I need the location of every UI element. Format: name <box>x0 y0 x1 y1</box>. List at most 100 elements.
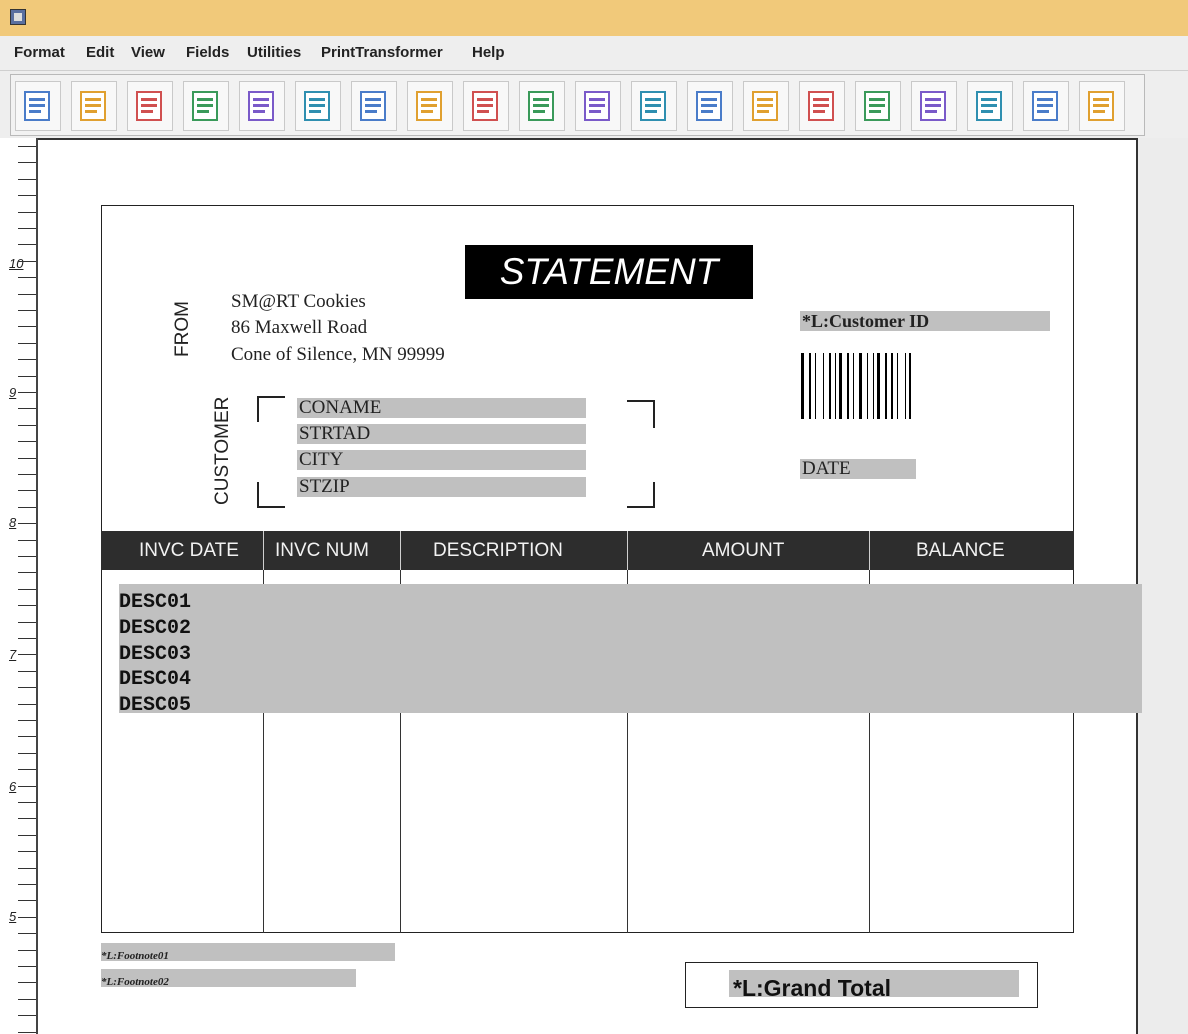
menu-help[interactable]: Help <box>472 44 505 61</box>
statement-title[interactable]: STATEMENT <box>465 245 753 299</box>
from-line-street[interactable]: 86 Maxwell Road <box>231 317 367 339</box>
menu-utilities[interactable]: Utilities <box>247 44 301 61</box>
col-description[interactable]: DESCRIPTION <box>433 540 563 562</box>
toolbar-button-select[interactable] <box>967 81 1013 131</box>
right-panel <box>1140 138 1188 1034</box>
toolbar-button-text-box[interactable] <box>463 81 509 131</box>
toolbar-button-box[interactable] <box>519 81 565 131</box>
barcode-image[interactable] <box>801 353 941 419</box>
menu-edit[interactable]: Edit <box>86 44 114 61</box>
menu-fields[interactable]: Fields <box>186 44 229 61</box>
toolbar-button-text-field[interactable] <box>407 81 453 131</box>
footnote-1-field[interactable]: *L:Footnote01 <box>101 943 395 962</box>
menu-format[interactable]: Format <box>14 44 65 61</box>
desc-line-3[interactable]: DESC03 <box>119 643 191 666</box>
toolbar-button-barcode-field[interactable] <box>295 81 341 131</box>
toolbar-button-save[interactable] <box>127 81 173 131</box>
ruler-tick <box>18 900 36 901</box>
title-bar <box>0 0 1188 36</box>
ruler-tick <box>18 490 36 491</box>
ruler-tick <box>18 523 36 524</box>
toolbar-button-new-form[interactable] <box>15 81 61 131</box>
field-city[interactable]: CITY <box>297 450 586 470</box>
toolbar-button-new-field[interactable] <box>631 81 677 131</box>
ruler-tick <box>18 704 36 705</box>
field-stzip[interactable]: STZIP <box>297 477 586 497</box>
ruler-tick <box>18 441 36 442</box>
toolbar-button-undo[interactable] <box>1023 81 1069 131</box>
toolbar-button-remove[interactable] <box>911 81 957 131</box>
toolbar-button-properties[interactable] <box>743 81 789 131</box>
ruler-tick <box>18 884 36 885</box>
ruler-tick <box>18 720 36 721</box>
field-date[interactable]: DATE <box>800 459 916 479</box>
ruler-tick <box>18 835 36 836</box>
toolbar-button-redo[interactable] <box>1079 81 1125 131</box>
menu-printtransformer[interactable]: PrintTransformer <box>321 44 443 61</box>
ruler-tick <box>18 261 36 262</box>
field-strtad[interactable]: STRTAD <box>297 424 586 444</box>
from-line-city[interactable]: Cone of Silence, MN 99999 <box>231 344 445 366</box>
desc-line-5[interactable]: DESC05 <box>119 694 191 717</box>
from-label: FROM <box>172 301 193 357</box>
app-icon[interactable] <box>10 9 26 25</box>
ruler-tick <box>18 999 36 1000</box>
line-icon <box>584 91 610 121</box>
remove-icon <box>920 91 946 121</box>
grand-total-field[interactable]: *L:Grand Total <box>729 970 1019 1001</box>
desc-line-1[interactable]: DESC01 <box>119 591 191 614</box>
col-invc-num[interactable]: INVC NUM <box>275 540 369 562</box>
column-header-bar: INVC DATE INVC NUM DESCRIPTION AMOUNT BA… <box>101 531 1074 570</box>
barcode-bar <box>839 353 842 419</box>
toolbar-button-print[interactable] <box>183 81 229 131</box>
toolbar-button-grid[interactable] <box>855 81 901 131</box>
menu-view[interactable]: View <box>131 44 165 61</box>
ruler-tick <box>18 1032 36 1033</box>
ruler-tick <box>18 162 36 163</box>
col-amount[interactable]: AMOUNT <box>702 540 784 562</box>
barcode-bar <box>897 353 898 419</box>
field-customer-id[interactable]: *L:Customer ID <box>800 311 1050 331</box>
ruler-label-7: 7 <box>9 647 17 662</box>
ruler-tick <box>18 146 36 147</box>
ruler-tick <box>18 507 36 508</box>
ruler-tick <box>18 343 36 344</box>
barcode-bar <box>873 353 874 419</box>
new-field-icon <box>640 91 666 121</box>
barcode-bar <box>809 353 811 419</box>
ruler-tick <box>18 654 36 655</box>
text-field-icon <box>416 91 442 121</box>
barcode-bar <box>847 353 849 419</box>
desc-line-2[interactable]: DESC02 <box>119 617 191 640</box>
footnote-2-field[interactable]: *L:Footnote02 <box>101 969 356 988</box>
ruler-tick <box>18 687 36 688</box>
toolbar-button-copy[interactable] <box>351 81 397 131</box>
ruler-tick <box>18 359 36 360</box>
header-divider <box>627 531 628 570</box>
toolbar-button-open-folder[interactable] <box>71 81 117 131</box>
database-icon <box>248 91 274 121</box>
desc-line-4[interactable]: DESC04 <box>119 668 191 691</box>
ruler-label-6: 6 <box>9 779 17 794</box>
ruler-tick <box>18 818 36 819</box>
col-invc-date[interactable]: INVC DATE <box>139 540 239 562</box>
ruler-tick <box>18 228 36 229</box>
col-balance[interactable]: BALANCE <box>916 540 1005 562</box>
ruler-tick <box>18 753 36 754</box>
toolbar-button-line[interactable] <box>575 81 621 131</box>
barcode-bar <box>877 353 880 419</box>
description-field-block[interactable] <box>119 584 1142 713</box>
ruler-tick <box>18 622 36 623</box>
toolbar-button-list[interactable] <box>799 81 845 131</box>
redo-icon <box>1088 91 1114 121</box>
ruler-label-5: 5 <box>9 909 17 924</box>
from-line-company[interactable]: SM@RT Cookies <box>231 291 366 313</box>
field-list-icon <box>696 91 722 121</box>
toolbar-button-database[interactable] <box>239 81 285 131</box>
toolbar-button-field-list[interactable] <box>687 81 733 131</box>
ruler-tick <box>18 851 36 852</box>
bracket-top-right <box>627 400 655 428</box>
field-coname[interactable]: CONAME <box>297 398 586 418</box>
ruler-tick <box>18 392 36 393</box>
barcode-bar <box>853 353 854 419</box>
